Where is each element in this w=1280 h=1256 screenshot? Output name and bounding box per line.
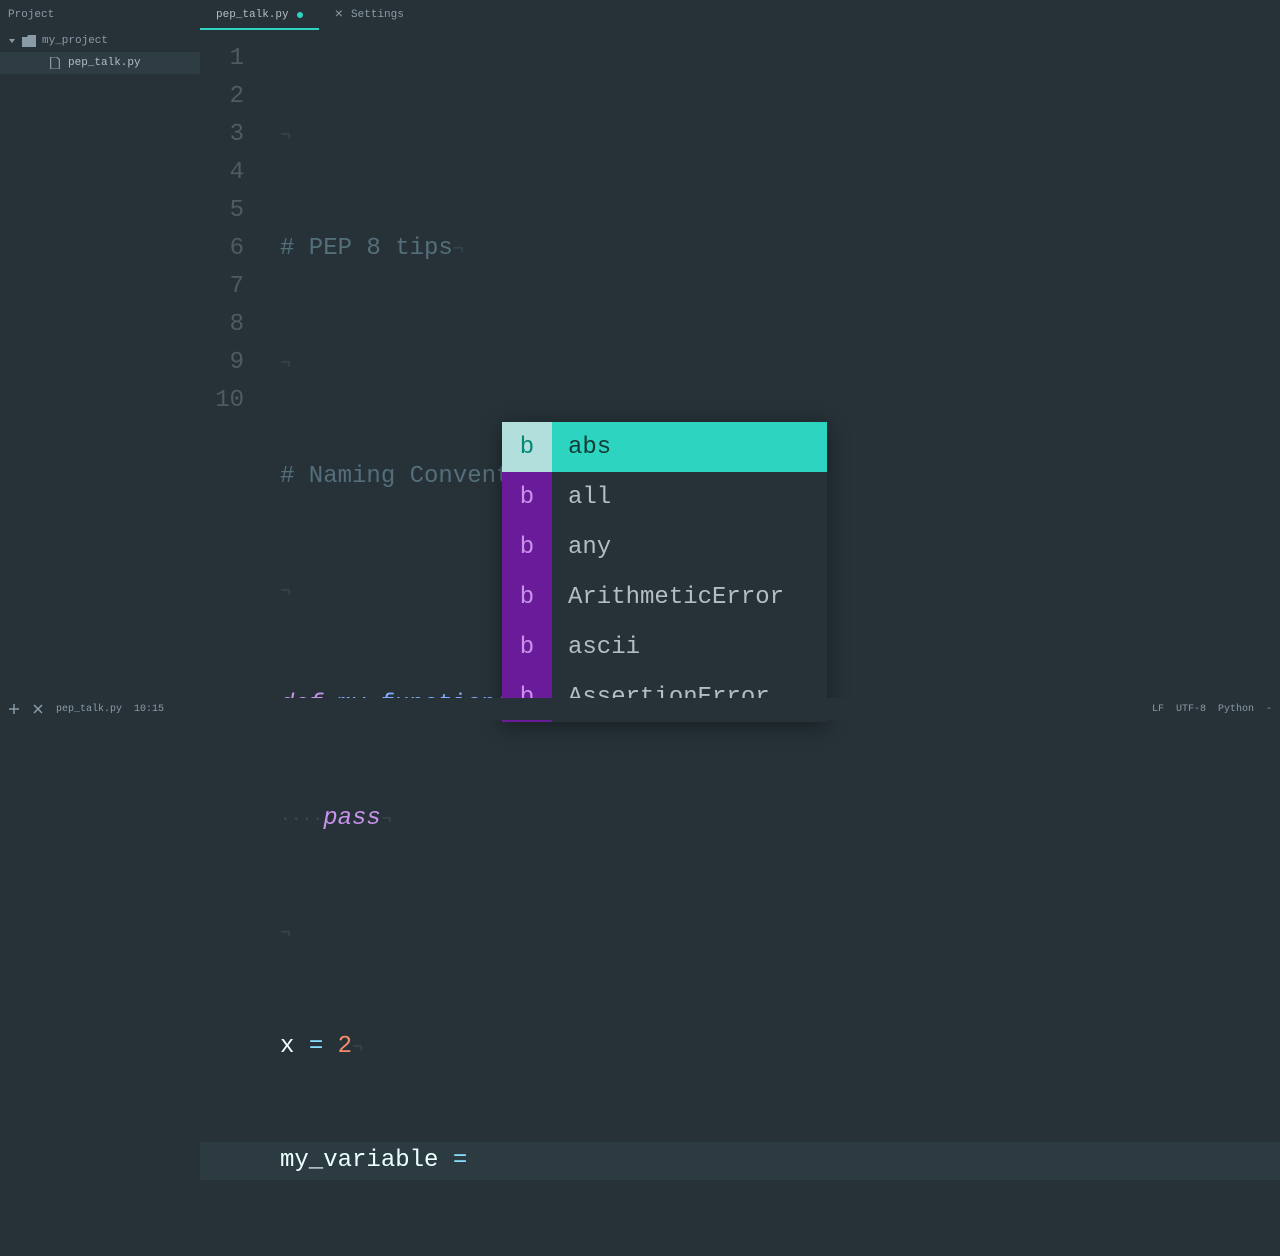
line-number: 7 — [200, 268, 260, 306]
autocomplete-label: abs — [552, 434, 827, 461]
code-line: ····pass¬ — [280, 800, 1280, 838]
modified-indicator-icon — [297, 12, 303, 18]
status-branch[interactable]: - — [1266, 704, 1272, 715]
autocomplete-popup[interactable]: b abs b all b any b ArithmeticError b as… — [502, 422, 827, 722]
status-language[interactable]: Python — [1218, 704, 1254, 715]
line-gutter: 1 2 3 4 5 6 7 8 9 10 — [200, 40, 260, 420]
status-bar: pep_talk.py 10:15 LF UTF-8 Python - — [0, 698, 1280, 720]
line-number: 1 — [200, 40, 260, 78]
autocomplete-label: ArithmeticError — [552, 584, 827, 611]
line-number: 2 — [200, 78, 260, 116]
line-number: 3 — [200, 116, 260, 154]
line-number: 4 — [200, 154, 260, 192]
project-tree: my_project pep_talk.py — [0, 30, 200, 698]
tab-label: pep_talk.py — [216, 9, 289, 21]
line-number: 9 — [200, 344, 260, 382]
tree-file-row[interactable]: pep_talk.py — [0, 52, 200, 74]
code-line: ¬ — [280, 344, 1280, 382]
code-line-current: my_variable = — [200, 1142, 1280, 1180]
tab-pep-talk[interactable]: pep_talk.py — [200, 0, 319, 30]
file-name: pep_talk.py — [68, 57, 141, 69]
line-number: 5 — [200, 192, 260, 230]
autocomplete-item[interactable]: b ascii — [502, 622, 827, 672]
status-file[interactable]: pep_talk.py — [56, 704, 122, 715]
tree-folder-row[interactable]: my_project — [0, 30, 200, 52]
code-line: # PEP 8 tips¬ — [280, 230, 1280, 268]
autocomplete-item[interactable]: b abs — [502, 422, 827, 472]
autocomplete-item[interactable]: b any — [502, 522, 827, 572]
tab-label: Settings — [351, 9, 404, 21]
autocomplete-label: any — [552, 534, 827, 561]
builtin-badge-icon: b — [502, 622, 552, 672]
code-line: ¬ — [280, 116, 1280, 154]
chevron-down-icon[interactable] — [8, 37, 16, 45]
code-line: ¬ — [280, 914, 1280, 952]
status-cursor[interactable]: 10:15 — [134, 704, 164, 715]
code-line: x = 2¬ — [280, 1028, 1280, 1066]
autocomplete-item[interactable]: b ArithmeticError — [502, 572, 827, 622]
new-file-icon[interactable] — [8, 703, 20, 715]
status-line-ending[interactable]: LF — [1152, 704, 1164, 715]
builtin-badge-icon: b — [502, 422, 552, 472]
builtin-badge-icon: b — [502, 522, 552, 572]
autocomplete-label: all — [552, 484, 827, 511]
file-icon — [48, 57, 62, 69]
status-encoding[interactable]: UTF-8 — [1176, 704, 1206, 715]
autocomplete-label: ascii — [552, 634, 827, 661]
close-icon[interactable]: × — [335, 7, 343, 23]
line-number: 10 — [200, 382, 260, 420]
folder-icon — [22, 35, 36, 47]
folder-name: my_project — [42, 35, 108, 47]
close-pane-icon[interactable] — [32, 703, 44, 715]
line-number: 8 — [200, 306, 260, 344]
tab-settings[interactable]: × Settings — [319, 0, 420, 30]
project-panel-label: Project — [0, 0, 200, 30]
builtin-badge-icon: b — [502, 572, 552, 622]
top-bar: Project pep_talk.py × Settings — [0, 0, 1280, 30]
tab-bar: pep_talk.py × Settings — [200, 0, 420, 30]
line-number: 6 — [200, 230, 260, 268]
autocomplete-item[interactable]: b all — [502, 472, 827, 522]
builtin-badge-icon: b — [502, 472, 552, 522]
